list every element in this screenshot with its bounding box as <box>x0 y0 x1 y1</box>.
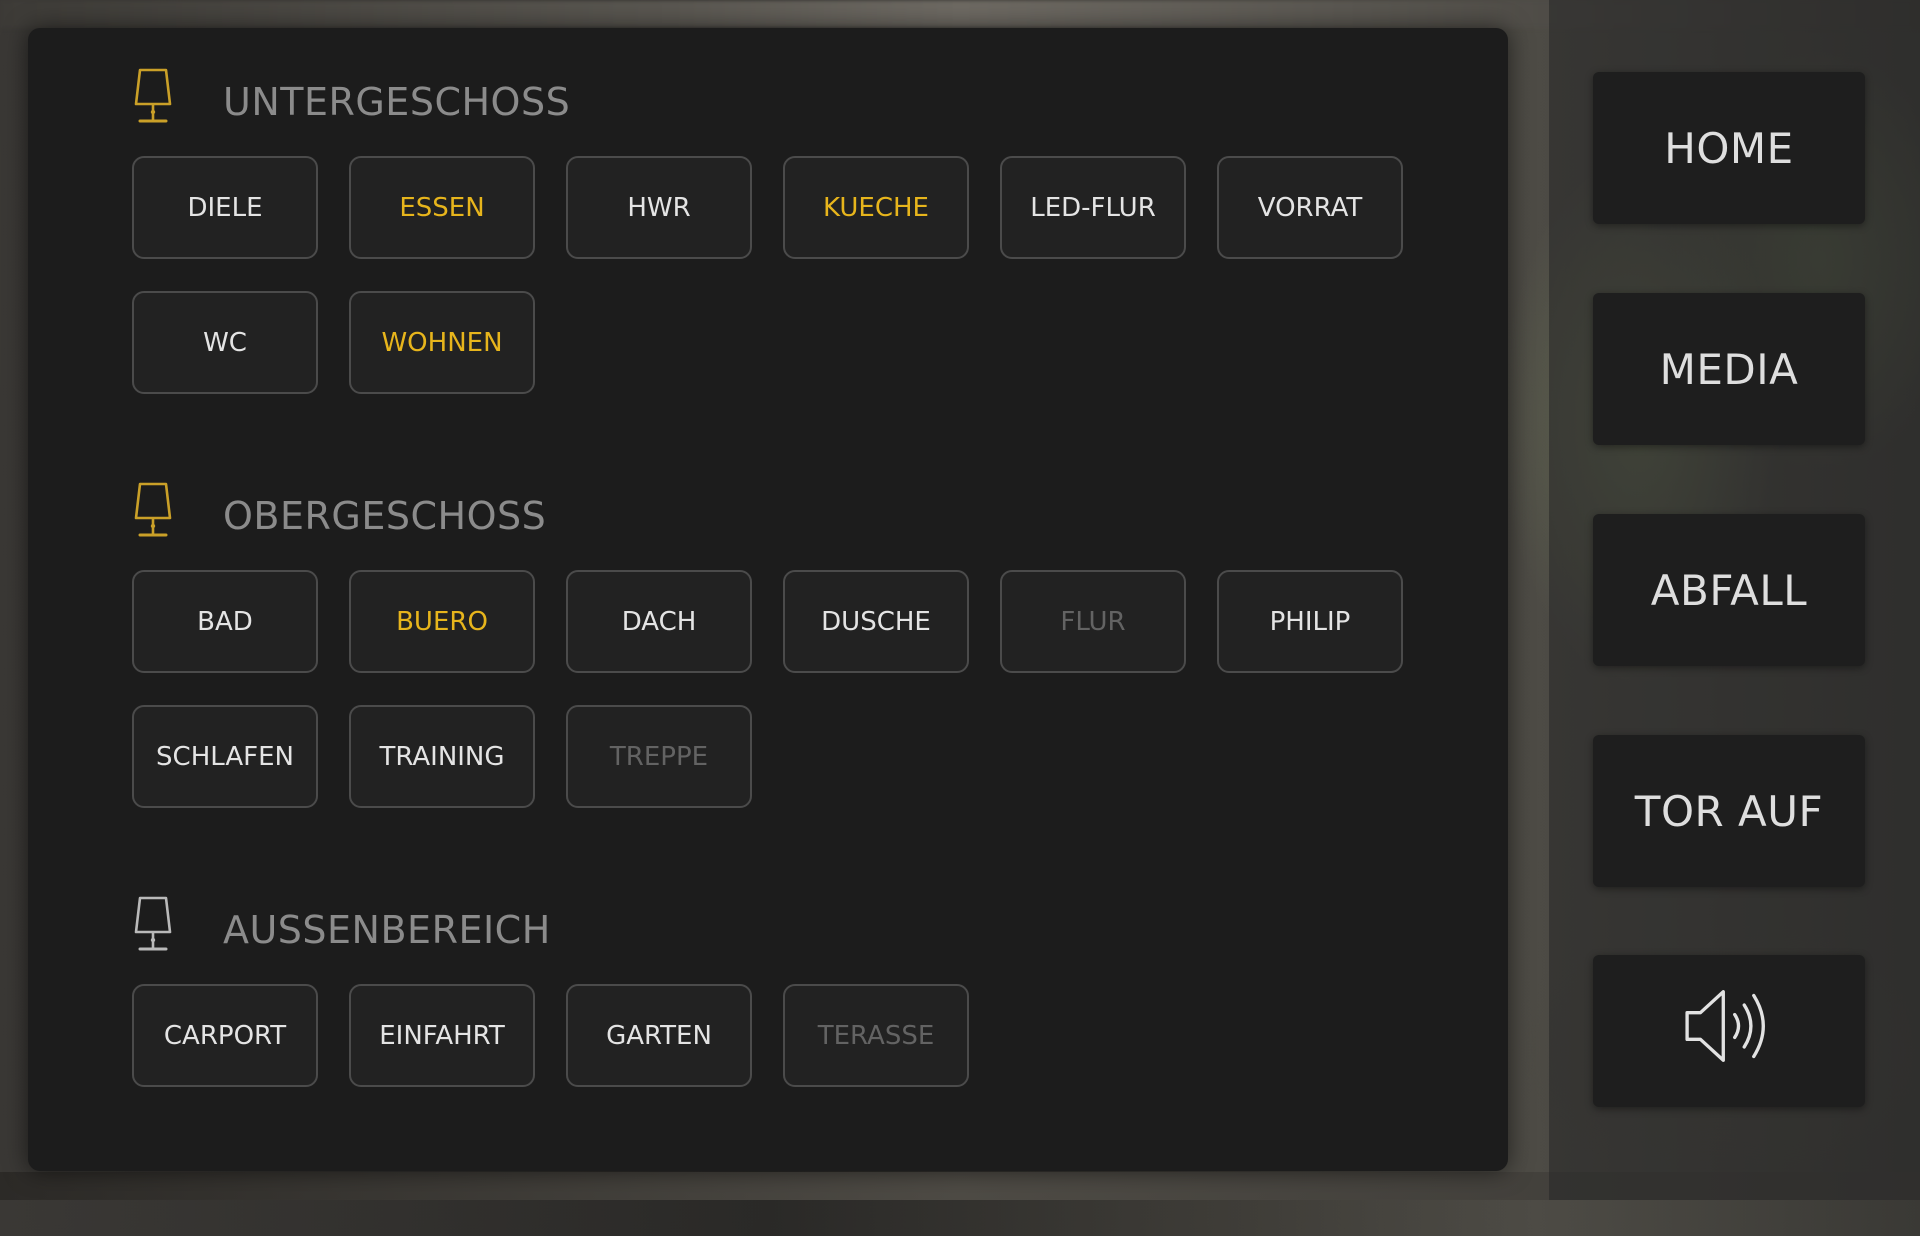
room-button-bad[interactable]: BAD <box>132 570 318 673</box>
room-button-schlafen[interactable]: SCHLAFEN <box>132 705 318 808</box>
room-button-led-flur[interactable]: LED-FLUR <box>1000 156 1186 259</box>
room-button-garten[interactable]: GARTEN <box>566 984 752 1087</box>
room-button-wc[interactable]: WC <box>132 291 318 394</box>
media-button[interactable]: MEDIA <box>1593 293 1865 445</box>
room-button-vorrat[interactable]: VORRAT <box>1217 156 1403 259</box>
room-button-flur[interactable]: FLUR <box>1000 570 1186 673</box>
section-title: AUSSENBEREICH <box>223 908 551 952</box>
room-button-kueche[interactable]: KUECHE <box>783 156 969 259</box>
room-button-carport[interactable]: CARPORT <box>132 984 318 1087</box>
room-button-wohnen[interactable]: WOHNEN <box>349 291 535 394</box>
abfall-label: ABFALL <box>1650 565 1808 615</box>
room-button-terasse[interactable]: TERASSE <box>783 984 969 1087</box>
speaker-button[interactable] <box>1593 955 1865 1107</box>
tor-auf-button[interactable]: TOR AUF <box>1593 735 1865 887</box>
room-button-essen[interactable]: ESSEN <box>349 156 535 259</box>
speaker-volume-icon <box>1681 986 1777 1076</box>
table-lamp-icon <box>132 482 174 540</box>
home-button[interactable]: HOME <box>1593 72 1865 224</box>
section-header: AUSSENBEREICH <box>28 896 1508 966</box>
room-button-dach[interactable]: DACH <box>566 570 752 673</box>
table-lamp-icon <box>132 68 174 126</box>
room-button-diele[interactable]: DIELE <box>132 156 318 259</box>
tor-auf-label: TOR AUF <box>1634 786 1824 836</box>
room-button-einfahrt[interactable]: EINFAHRT <box>349 984 535 1087</box>
home-label: HOME <box>1664 123 1794 173</box>
section-title: OBERGESCHOSS <box>223 494 547 538</box>
room-button-training[interactable]: TRAINING <box>349 705 535 808</box>
lighting-panel: UNTERGESCHOSS DIELE ESSEN HWR KUECHE LED-FLUR… <box>28 28 1508 1171</box>
room-button-philip[interactable]: PHILIP <box>1217 570 1403 673</box>
section-header: UNTERGESCHOSS <box>28 68 1508 138</box>
room-button-treppe[interactable]: TREPPE <box>566 705 752 808</box>
media-label: MEDIA <box>1659 344 1799 394</box>
section-untergeschoss: UNTERGESCHOSS DIELE ESSEN HWR KUECHE LED-FLUR… <box>28 68 1508 408</box>
table-lamp-icon <box>132 896 174 954</box>
room-button-buero[interactable]: BUERO <box>349 570 535 673</box>
section-obergeschoss: OBERGESCHOSS BAD BUERO DACH DUSCHE FLUR PHILIP… <box>28 482 1508 822</box>
room-button-hwr[interactable]: HWR <box>566 156 752 259</box>
section-title: UNTERGESCHOSS <box>223 80 571 124</box>
section-aussenbereich: AUSSENBEREICH CARPORT EINFAHRT GARTEN TERASS… <box>28 896 1508 1236</box>
section-header: OBERGESCHOSS <box>28 482 1508 552</box>
room-button-dusche[interactable]: DUSCHE <box>783 570 969 673</box>
abfall-button[interactable]: ABFALL <box>1593 514 1865 666</box>
